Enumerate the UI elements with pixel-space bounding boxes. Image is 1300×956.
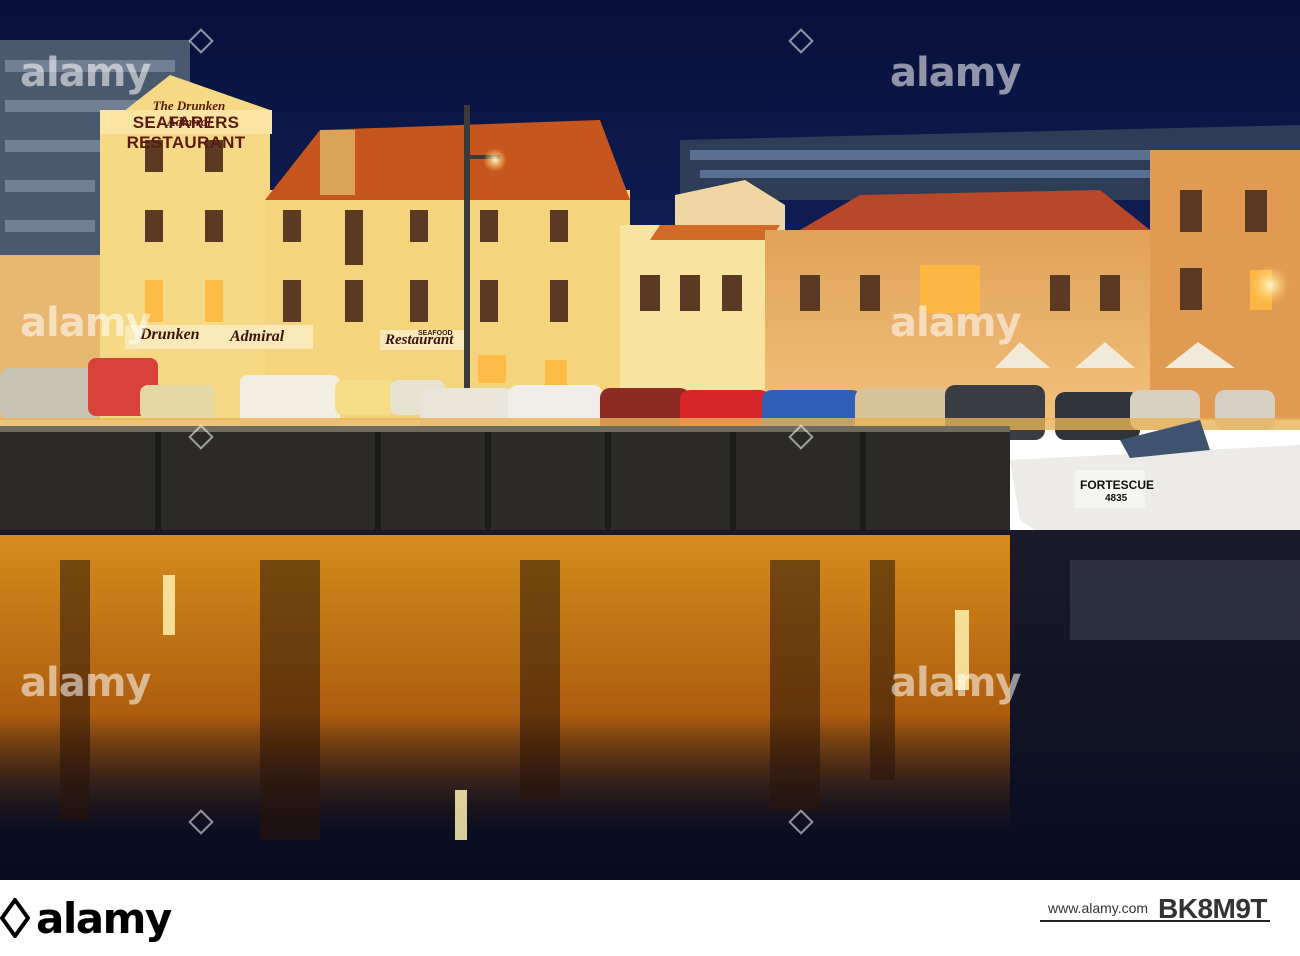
alamy-logo-icon	[0, 898, 30, 938]
watermark: alamy	[890, 300, 1021, 346]
lamp-post	[464, 105, 470, 435]
photo-scene: The Drunken Admiral SEAFARERS RESTAURANT…	[0, 0, 1300, 880]
watermark: alamy	[890, 660, 1021, 706]
boat-number: 4835	[1105, 493, 1128, 504]
footer-divider	[1040, 920, 1270, 922]
sign-seafarers-restaurant: SEAFARERS RESTAURANT	[126, 113, 246, 152]
quay-wall	[0, 428, 1010, 530]
red-roof-center	[265, 120, 630, 200]
watermark: alamy	[20, 660, 151, 706]
footer-bar: alamy	[0, 880, 1300, 956]
watermark: alamy	[20, 300, 151, 346]
footer-logo: alamy	[36, 894, 172, 943]
reflection	[0, 535, 1010, 835]
watermark: alamy	[20, 50, 151, 96]
watermark: alamy	[890, 50, 1021, 96]
footer-url[interactable]: www.alamy.com	[1048, 900, 1148, 916]
sign-admiral: Admiral	[230, 328, 285, 345]
boat-name: FORTESCUE	[1080, 478, 1155, 492]
sign-seafood: SEAFOOD	[418, 330, 453, 337]
